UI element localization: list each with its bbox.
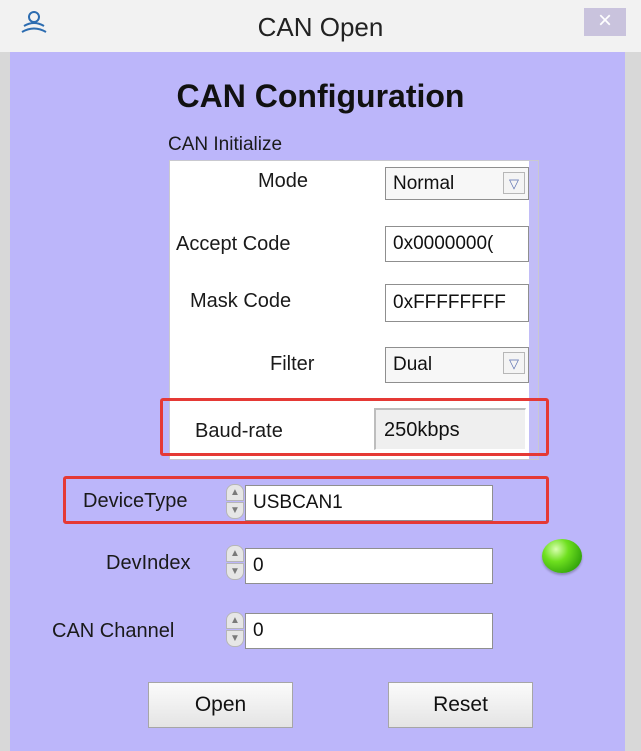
chevron-down-icon[interactable]: ▽ [503,172,525,194]
spin-up-icon[interactable]: ▲ [226,545,244,562]
status-led-icon [542,539,582,573]
spin-down-icon[interactable]: ▼ [226,563,244,580]
close-button[interactable]: × [584,8,626,36]
can-open-window: CAN Open × CAN Configuration CAN Initial… [0,0,641,751]
chevron-down-icon[interactable]: ▽ [503,352,525,374]
accept-code-label: Accept Code [176,233,291,255]
mask-code-input[interactable]: 0xFFFFFFFF [385,284,529,322]
title-bar[interactable]: CAN Open × [0,0,641,52]
mode-label: Mode [258,170,309,192]
filter-select[interactable]: Dual ▽ [385,347,529,383]
can-channel-spinner[interactable]: ▲ ▼ [226,612,244,648]
spin-up-icon[interactable]: ▲ [226,612,244,629]
page-title: CAN Configuration [176,78,465,114]
baud-rate-highlight [160,398,549,456]
window-title: CAN Open [257,12,384,42]
device-type-highlight [63,476,549,524]
can-channel-input[interactable]: 0 [245,613,493,649]
can-channel-label: CAN Channel [52,620,175,642]
dev-index-input[interactable]: 0 [245,548,493,584]
can-initialize-label: CAN Initialize [168,134,283,155]
open-button[interactable]: Open [148,682,293,728]
mode-select[interactable]: Normal ▽ [385,167,529,200]
mask-code-label: Mask Code [190,290,292,312]
filter-select-value: Dual [393,354,433,375]
accept-code-input[interactable]: 0x0000000( [385,226,529,262]
dev-index-spinner[interactable]: ▲ ▼ [226,545,244,581]
mode-select-value: Normal [393,173,455,194]
reset-button[interactable]: Reset [388,682,533,728]
dev-index-label: DevIndex [106,552,191,574]
spin-down-icon[interactable]: ▼ [226,630,244,647]
filter-label: Filter [270,353,315,375]
